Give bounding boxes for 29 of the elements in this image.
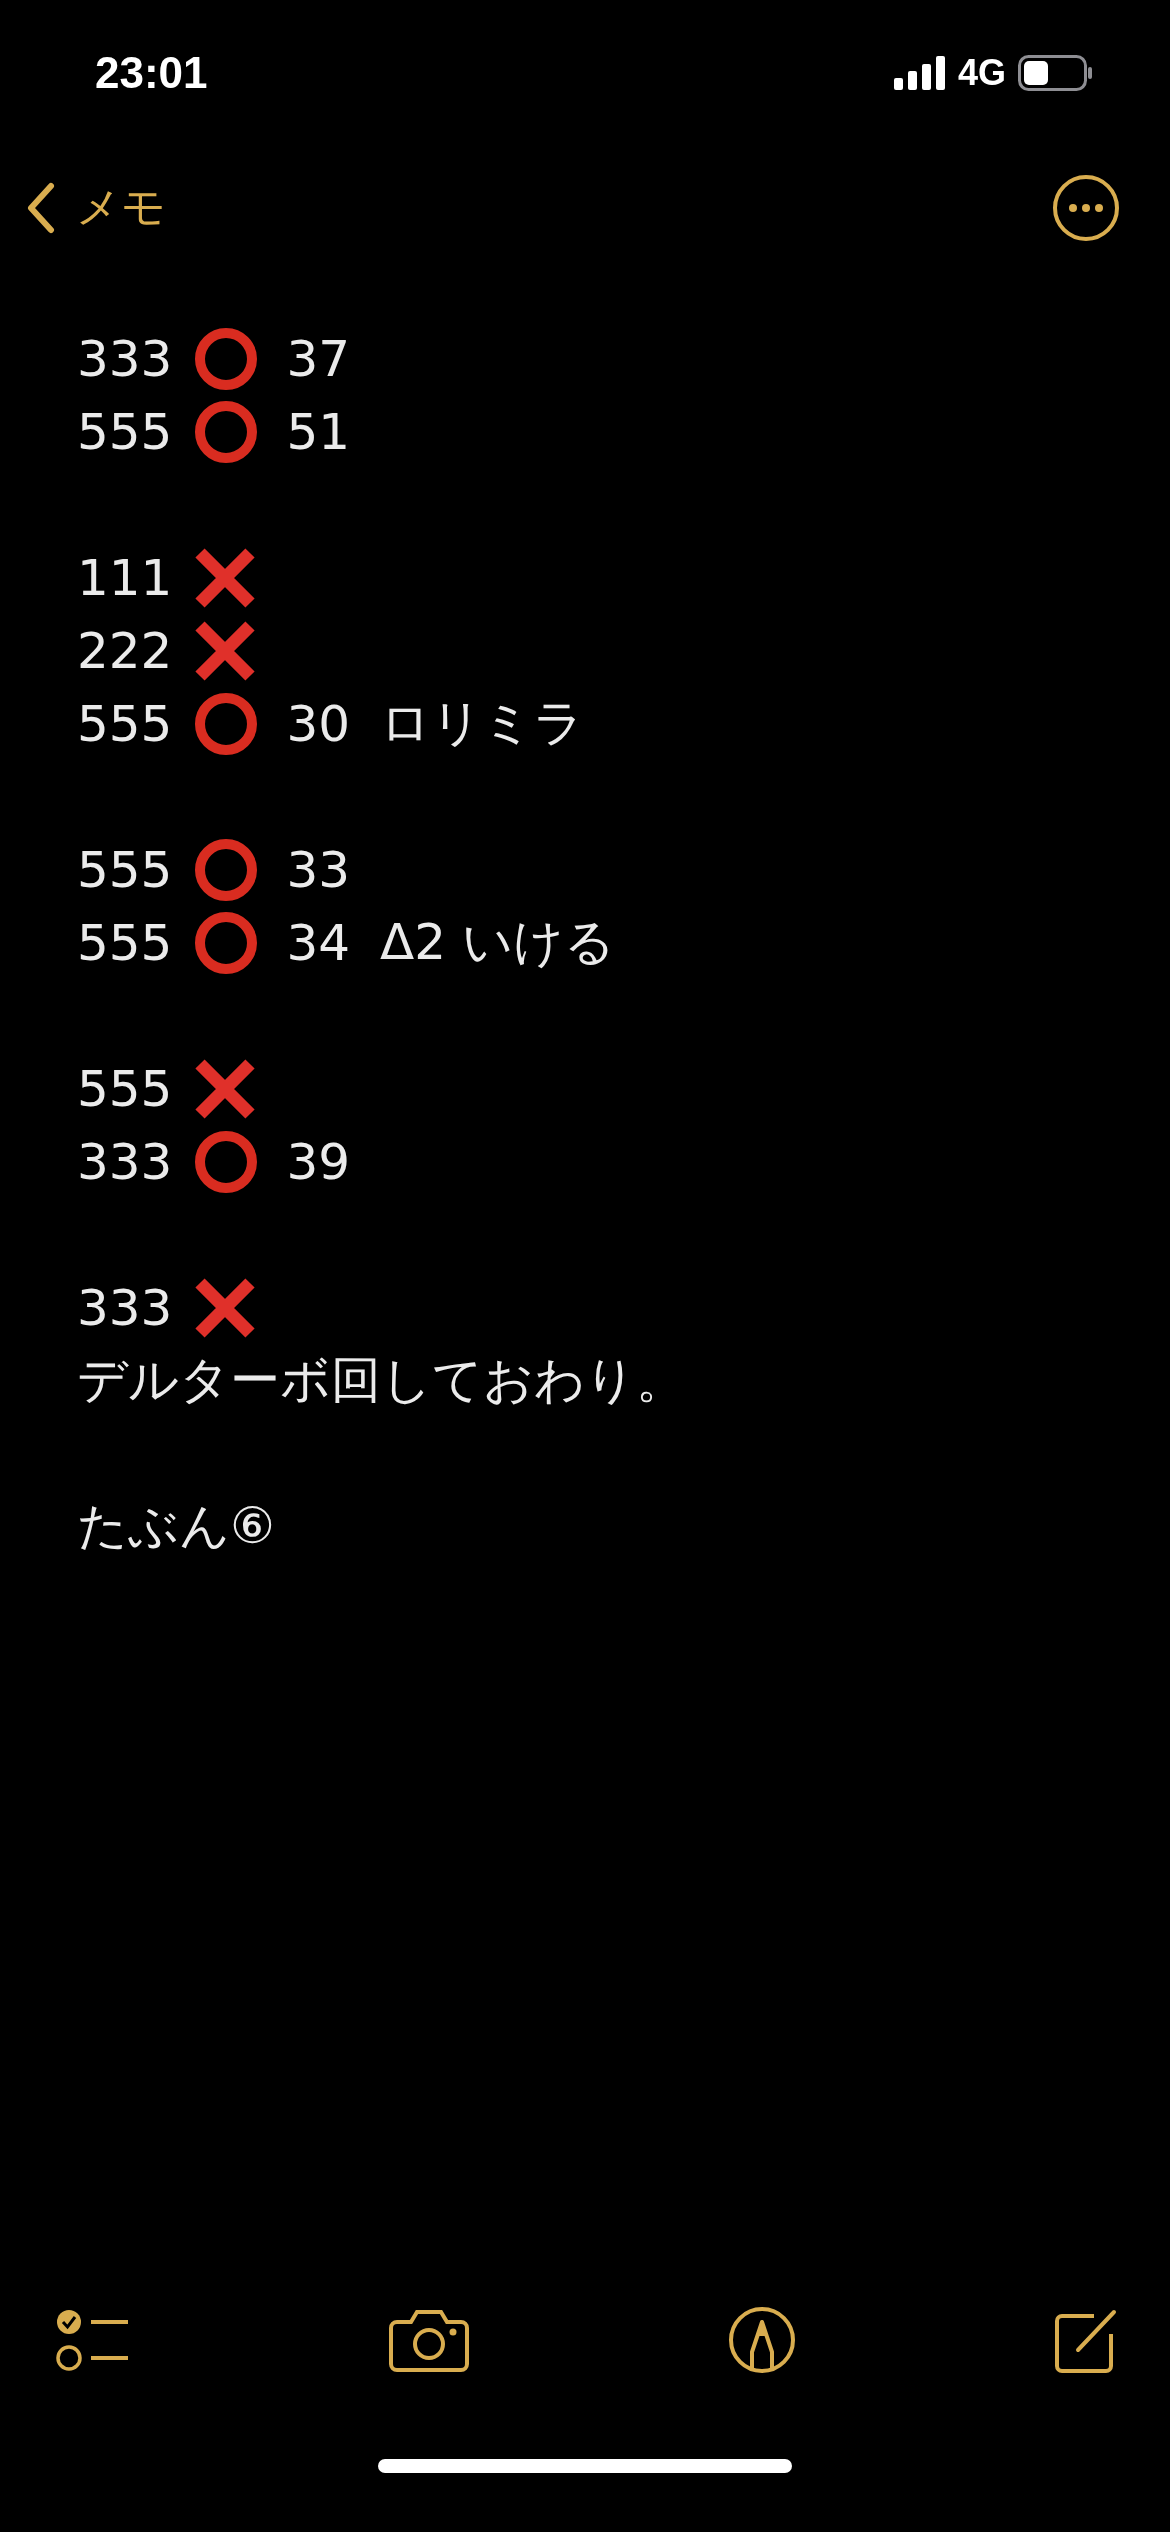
note-value: 37 bbox=[286, 329, 351, 388]
note-value: 51 bbox=[286, 402, 351, 461]
camera-icon[interactable] bbox=[389, 2308, 470, 2372]
more-icon[interactable] bbox=[1052, 173, 1120, 242]
note-text: デルターボ回しておわり。 bbox=[77, 1350, 686, 1411]
back-button[interactable]: メモ bbox=[26, 178, 166, 237]
chevron-icon bbox=[26, 181, 56, 234]
note-number: 555 bbox=[77, 402, 173, 461]
signal-icon bbox=[893, 55, 946, 90]
note-number: 111 bbox=[77, 548, 173, 607]
battery-icon bbox=[1018, 54, 1092, 91]
note-number: 555 bbox=[77, 840, 173, 899]
note-number: 333 bbox=[77, 1132, 173, 1191]
note-number: 333 bbox=[77, 329, 173, 388]
network-label: 4G bbox=[957, 51, 1006, 94]
note-comment: Δ2 いける bbox=[380, 912, 615, 973]
note-value: 33 bbox=[286, 840, 351, 899]
note-number: 222 bbox=[77, 621, 173, 680]
note-number: 555 bbox=[77, 913, 173, 972]
markup-pen-icon[interactable] bbox=[727, 2306, 796, 2374]
note-number: 555 bbox=[77, 694, 173, 753]
note-number: 333 bbox=[77, 1278, 173, 1337]
note-value: 39 bbox=[286, 1132, 351, 1191]
note-text: たぶん⑥ bbox=[77, 1496, 275, 1557]
status-time: 23:01 bbox=[95, 47, 208, 98]
note-comment: ロリミラ bbox=[380, 693, 585, 754]
note-number: 555 bbox=[77, 1059, 173, 1118]
note-value: 30 bbox=[286, 694, 351, 753]
note-value: 34 bbox=[286, 913, 351, 972]
